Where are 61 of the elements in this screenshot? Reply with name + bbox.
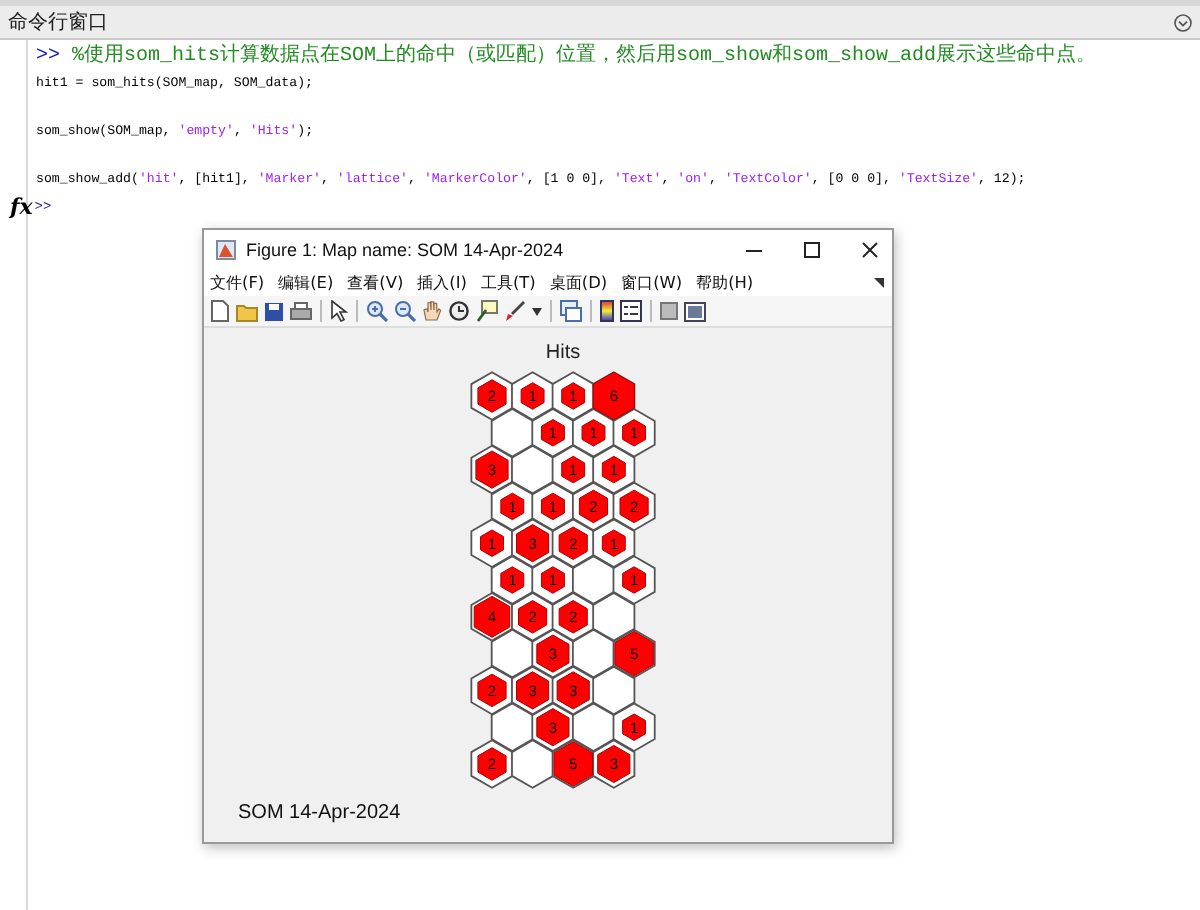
data-cursor-icon[interactable] [476, 300, 498, 322]
hand-icon[interactable] [422, 300, 442, 322]
pointer-icon[interactable] [330, 300, 348, 322]
lattice-hex [490, 407, 534, 458]
menu-item[interactable]: 工具(T) [480, 271, 536, 293]
hit-marker [601, 529, 626, 557]
hit-marker [477, 379, 507, 413]
link-plot-icon[interactable] [560, 300, 582, 322]
menu-item[interactable]: 文件(F) [210, 271, 265, 293]
hit-marker [601, 455, 626, 484]
hit-marker [540, 419, 565, 447]
legend-icon[interactable] [620, 300, 642, 322]
app-icon [216, 239, 236, 259]
chevron-icon[interactable] [1174, 13, 1192, 31]
folder-icon[interactable] [236, 301, 258, 321]
lattice-hex [511, 444, 555, 495]
lattice-hex [511, 739, 555, 789]
hit-marker [480, 529, 504, 557]
window-title: Figure 1: Map name: SOM 14-Apr-2024 [246, 239, 566, 259]
code-line: >> %使用som_hits计算数据点在SOM上的命中（或匹配）位置，然后用som_show和som_show_add展示这些命中点。 [36, 44, 1097, 70]
caret-icon[interactable] [532, 307, 542, 315]
menu-item[interactable]: 查看(V) [347, 271, 404, 293]
hit-marker [561, 455, 586, 484]
menu-item[interactable]: 插入(I) [417, 271, 467, 293]
hit-marker [622, 566, 647, 594]
lattice-hex [592, 591, 636, 642]
hit-marker [619, 489, 649, 524]
lattice-hex [490, 628, 534, 679]
hit-marker [540, 492, 565, 521]
hit-marker [477, 747, 507, 781]
hit-marker [622, 713, 647, 741]
menu-item[interactable]: 编辑(E) [278, 271, 334, 293]
zoom-in-icon[interactable] [366, 300, 388, 322]
hit-marker [520, 382, 545, 410]
lattice-hex [572, 702, 615, 753]
lattice-hex [572, 628, 615, 679]
zoom-out-icon[interactable] [394, 300, 416, 322]
menu-item[interactable]: 桌面(D) [549, 271, 608, 293]
map-caption: SOM 14-Apr-2024 [238, 802, 401, 824]
hit-marker [500, 492, 525, 521]
hit-marker [540, 566, 565, 594]
plot-title: Hits [545, 342, 581, 364]
menu-item[interactable]: 帮助(H) [696, 271, 754, 293]
colorbar-icon[interactable] [600, 300, 614, 322]
print-icon[interactable] [290, 301, 312, 321]
close-icon[interactable] [860, 239, 880, 259]
lattice-hex [572, 555, 615, 605]
hit-marker [561, 382, 586, 410]
brush-icon[interactable] [504, 300, 526, 322]
maximize-icon[interactable] [802, 239, 822, 259]
new-file-icon[interactable] [210, 300, 230, 322]
hit-marker [477, 673, 507, 708]
panel-title: 命令行窗口 [8, 9, 108, 36]
rotate-icon[interactable] [448, 300, 470, 322]
lattice-hex [592, 665, 636, 716]
show-tools-icon[interactable] [684, 301, 706, 321]
function-icon[interactable]: fx [10, 194, 33, 220]
dock-arrow-icon[interactable] [874, 276, 886, 288]
menu-item[interactable]: 窗口(W) [621, 271, 683, 293]
save-icon[interactable] [264, 301, 284, 321]
lattice-hex [490, 702, 534, 753]
